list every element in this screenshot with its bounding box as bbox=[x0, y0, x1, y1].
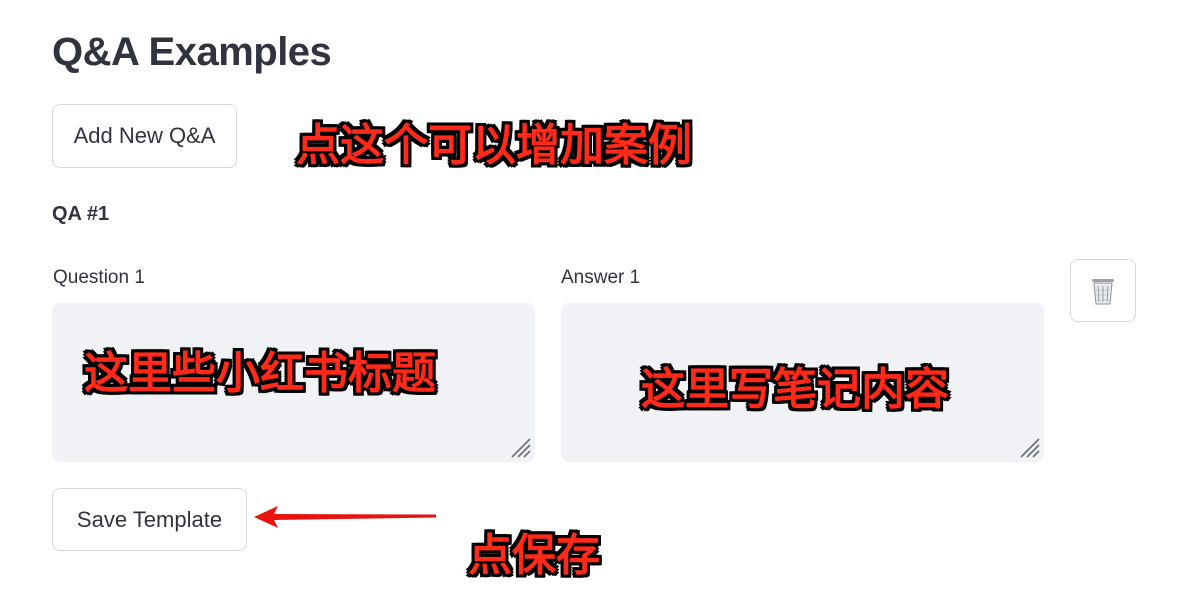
annotation-add-hint: 点这个可以增加案例 bbox=[296, 120, 692, 171]
save-template-button[interactable]: Save Template bbox=[52, 488, 247, 551]
add-new-qa-button[interactable]: Add New Q&A bbox=[52, 104, 237, 168]
trash-icon bbox=[1092, 278, 1114, 304]
answer-label: Answer 1 bbox=[561, 267, 641, 288]
page-title: Q&A Examples bbox=[52, 30, 332, 74]
annotation-save-hint: 点保存 bbox=[468, 530, 600, 581]
resize-handle-icon[interactable] bbox=[1017, 435, 1041, 459]
annotation-answer-hint: 这里写笔记内容 bbox=[641, 364, 949, 415]
delete-qa-button[interactable] bbox=[1070, 259, 1136, 322]
arrow-left-icon bbox=[254, 506, 436, 528]
resize-handle-icon[interactable] bbox=[508, 435, 532, 459]
annotation-question-hint: 这里些小红书标题 bbox=[84, 348, 436, 399]
question-label: Question 1 bbox=[53, 267, 145, 288]
qa-heading: QA #1 bbox=[52, 203, 110, 225]
